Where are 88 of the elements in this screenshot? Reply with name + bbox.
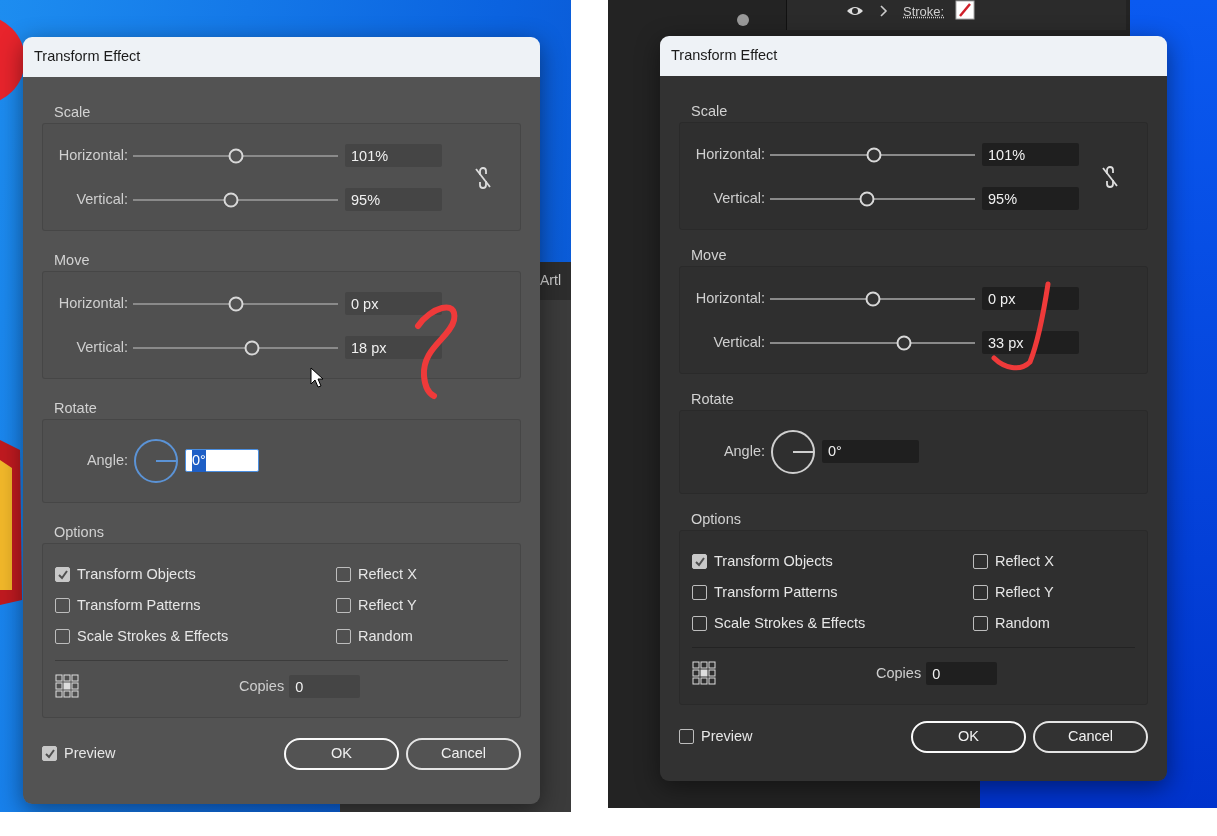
value-field[interactable]: 95% <box>982 187 1079 211</box>
copies-label: Copies <box>876 663 922 683</box>
unlink-icon[interactable] <box>1101 164 1119 189</box>
stroke-label: Stroke: <box>903 3 945 21</box>
checkbox-label: Preview <box>701 726 753 746</box>
value-field[interactable]: 0 px <box>982 287 1079 311</box>
slider-thumb[interactable] <box>859 191 875 207</box>
checkbox[interactable] <box>973 585 988 601</box>
checkbox[interactable] <box>55 598 70 614</box>
slider-thumb[interactable] <box>896 335 912 351</box>
checkbox-label: Transform Objects <box>77 564 196 584</box>
tab-label: Artl <box>540 271 561 290</box>
value-field[interactable]: 33 px <box>982 331 1079 355</box>
section-title: Rotate <box>690 389 735 408</box>
value-field[interactable]: 101% <box>345 144 442 168</box>
field-label: Vertical: <box>75 189 128 209</box>
field-label: Horizontal: <box>694 144 765 164</box>
section-title: Move <box>690 245 728 264</box>
checkbox[interactable] <box>336 629 351 645</box>
radio-dot-icon <box>736 13 750 27</box>
field-label: Vertical: <box>712 188 765 208</box>
value-field[interactable]: 95% <box>345 188 442 212</box>
eye-icon[interactable] <box>846 4 864 18</box>
checkbox[interactable] <box>55 629 70 645</box>
field-label: Horizontal: <box>57 145 128 165</box>
value-field[interactable]: 18 px <box>345 336 442 360</box>
section-title: Move <box>53 250 91 269</box>
field-label: Vertical: <box>712 332 765 352</box>
slider-thumb[interactable] <box>228 296 243 312</box>
check-icon <box>43 748 56 760</box>
checkbox[interactable] <box>336 598 351 614</box>
angle-field[interactable]: 0° <box>185 449 259 473</box>
section-title: Scale <box>53 102 92 121</box>
checkbox[interactable] <box>973 616 988 632</box>
checkbox[interactable] <box>692 616 707 632</box>
value-field[interactable]: 0 px <box>345 292 442 316</box>
field-label: Horizontal: <box>57 293 128 313</box>
checkbox-label: Scale Strokes & Effects <box>77 626 229 646</box>
section-title: Rotate <box>53 398 98 417</box>
angle-dial[interactable] <box>770 428 816 475</box>
chevron-icon[interactable] <box>879 5 888 17</box>
angle-field[interactable]: 0° <box>822 440 919 464</box>
value-field[interactable]: 101% <box>982 143 1079 167</box>
checkbox-label: Reflect X <box>995 551 1054 571</box>
checkbox[interactable] <box>692 554 707 570</box>
slider-thumb[interactable] <box>244 340 260 356</box>
checkbox-label: Random <box>358 626 413 646</box>
stroke-swatch[interactable] <box>955 0 975 20</box>
reference-point-icon[interactable] <box>692 661 717 687</box>
checkbox-label: Reflect Y <box>358 595 417 615</box>
ok-button[interactable]: OK <box>284 737 399 770</box>
checkbox-label: Transform Patterns <box>77 595 201 615</box>
checkbox-label: Random <box>995 613 1050 633</box>
window-title: Transform Effect <box>23 37 540 77</box>
checkbox-label: Reflect X <box>358 564 417 584</box>
checkbox-label: Reflect Y <box>995 582 1054 602</box>
checkbox-label: Scale Strokes & Effects <box>714 613 866 633</box>
slider-thumb[interactable] <box>866 147 881 163</box>
cancel-button[interactable]: Cancel <box>406 737 521 770</box>
unlink-icon[interactable] <box>474 165 492 190</box>
window-title: Transform Effect <box>660 36 1167 76</box>
checkbox[interactable] <box>973 554 988 570</box>
section-title: Options <box>53 522 105 541</box>
slider-thumb[interactable] <box>228 148 243 164</box>
slider-thumb[interactable] <box>223 192 239 208</box>
checkbox-label: Transform Objects <box>714 551 833 571</box>
reference-point-icon[interactable] <box>55 674 80 700</box>
slider-thumb[interactable] <box>865 291 880 307</box>
ok-button[interactable]: OK <box>911 720 1026 753</box>
check-icon <box>56 569 69 581</box>
copies-field[interactable]: 0 <box>289 675 361 699</box>
field-label: Horizontal: <box>694 288 765 308</box>
copies-label: Copies <box>239 676 285 696</box>
checkbox[interactable] <box>55 567 70 583</box>
copies-field[interactable]: 0 <box>926 662 998 686</box>
field-label: Vertical: <box>75 337 128 357</box>
checkbox[interactable] <box>692 585 707 601</box>
checkbox-label: Transform Patterns <box>714 582 838 602</box>
field-label: Angle: <box>85 450 128 470</box>
checkbox[interactable] <box>42 746 57 762</box>
checkbox-label: Preview <box>64 743 116 763</box>
checkbox[interactable] <box>679 729 694 745</box>
checkbox[interactable] <box>336 567 351 583</box>
check-icon <box>693 556 706 568</box>
section-title: Options <box>690 509 742 528</box>
cancel-button[interactable]: Cancel <box>1033 720 1148 753</box>
section-title: Scale <box>690 101 729 120</box>
field-label: Angle: <box>722 441 765 461</box>
